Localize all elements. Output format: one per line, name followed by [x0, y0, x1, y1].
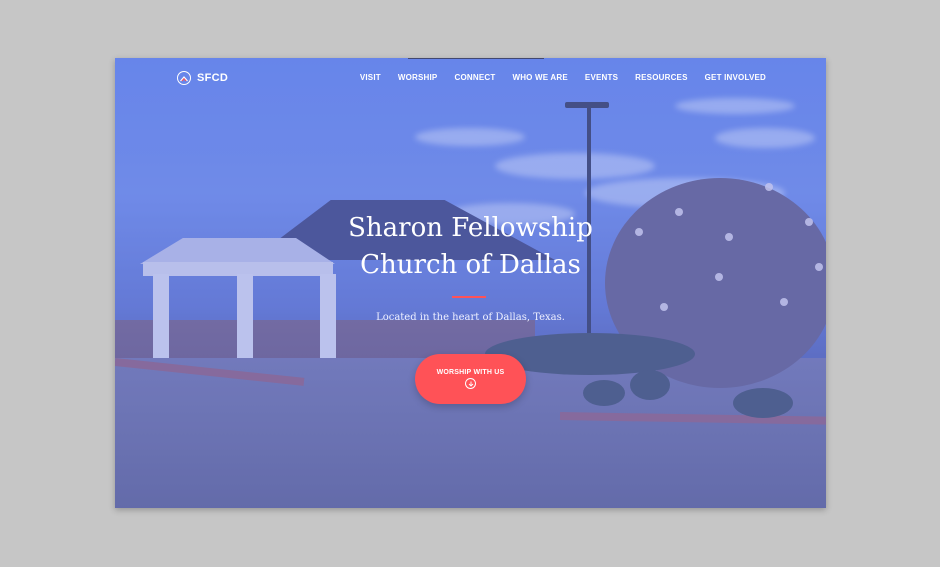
nav-item-resources[interactable]: RESOURCES [635, 73, 687, 82]
hero-title: Sharon Fellowship Church of Dallas [115, 210, 826, 284]
site-logo[interactable]: SFCD [177, 71, 228, 85]
browser-viewport: SFCD VISIT WORSHIP CONNECT WHO WE ARE EV… [115, 58, 826, 508]
hero-title-line-2: Church of Dallas [360, 250, 581, 280]
nav-item-visit[interactable]: VISIT [360, 73, 381, 82]
church-roof-logo-icon [177, 71, 191, 85]
main-nav: VISIT WORSHIP CONNECT WHO WE ARE EVENTS … [360, 73, 766, 82]
arrow-down-circle-icon [465, 378, 476, 389]
cta-label: WORSHIP WITH US [436, 369, 505, 376]
title-accent-divider [452, 296, 486, 298]
nav-item-connect[interactable]: CONNECT [454, 73, 495, 82]
logo-text: SFCD [197, 72, 229, 84]
nav-item-worship[interactable]: WORSHIP [398, 73, 438, 82]
hero-subtitle: Located in the heart of Dallas, Texas. [376, 312, 565, 323]
nav-item-who-we-are[interactable]: WHO WE ARE [512, 73, 567, 82]
nav-item-get-involved[interactable]: GET INVOLVED [705, 73, 766, 82]
nav-item-events[interactable]: EVENTS [585, 73, 618, 82]
hero-title-line-1: Sharon Fellowship [348, 213, 593, 243]
worship-with-us-button[interactable]: WORSHIP WITH US [415, 354, 526, 404]
